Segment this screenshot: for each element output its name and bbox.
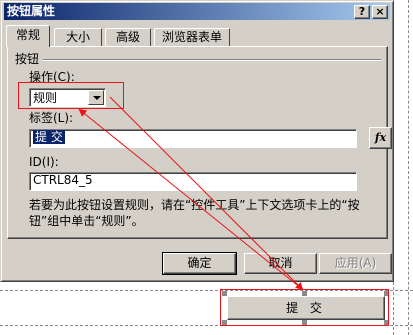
ok-button[interactable]: 确定 [162, 252, 237, 275]
rule-help-text: 若要为此按钮设置规则，请在“控件工具”上下文选项卡上的“按钮”组中单击“规则”。 [29, 198, 360, 228]
dialog-title: 按钮属性 [7, 4, 56, 18]
help-button[interactable]: ? [354, 5, 370, 19]
annotation-box-action [18, 82, 124, 109]
form-grid-line [408, 0, 409, 335]
annotation-box-submit [220, 289, 389, 326]
group-label-button: 按钮 [15, 52, 40, 66]
group-divider [43, 59, 381, 61]
tab-general[interactable]: 常规 [6, 25, 50, 47]
button-properties-dialog: 按钮属性 ? × 常规 大小 高级 浏览器表单 按钮 操作(C): 规则 标签(… [0, 0, 394, 282]
fx-icon: fx [374, 131, 387, 144]
cancel-button[interactable]: 取消 [244, 253, 317, 274]
id-label: ID(I): [29, 155, 59, 169]
caption-input-value: 提 交 [33, 130, 65, 144]
close-icon: × [375, 5, 385, 18]
tab-size[interactable]: 大小 [54, 28, 102, 46]
id-input[interactable]: CTRL84_5 [29, 172, 357, 191]
caption-label: 标签(L): [29, 111, 74, 125]
help-icon: ? [358, 5, 366, 18]
tab-advanced[interactable]: 高级 [105, 28, 151, 46]
form-grid-line [393, 282, 394, 335]
tab-browser-forms[interactable]: 浏览器表单 [154, 28, 230, 46]
title-bar: 按钮属性 ? × [4, 3, 390, 20]
caption-input[interactable]: 提 交 [29, 129, 357, 148]
apply-button[interactable]: 应用(A) [319, 253, 392, 274]
formula-fx-button[interactable]: fx [369, 127, 392, 149]
close-button[interactable]: × [372, 5, 388, 19]
